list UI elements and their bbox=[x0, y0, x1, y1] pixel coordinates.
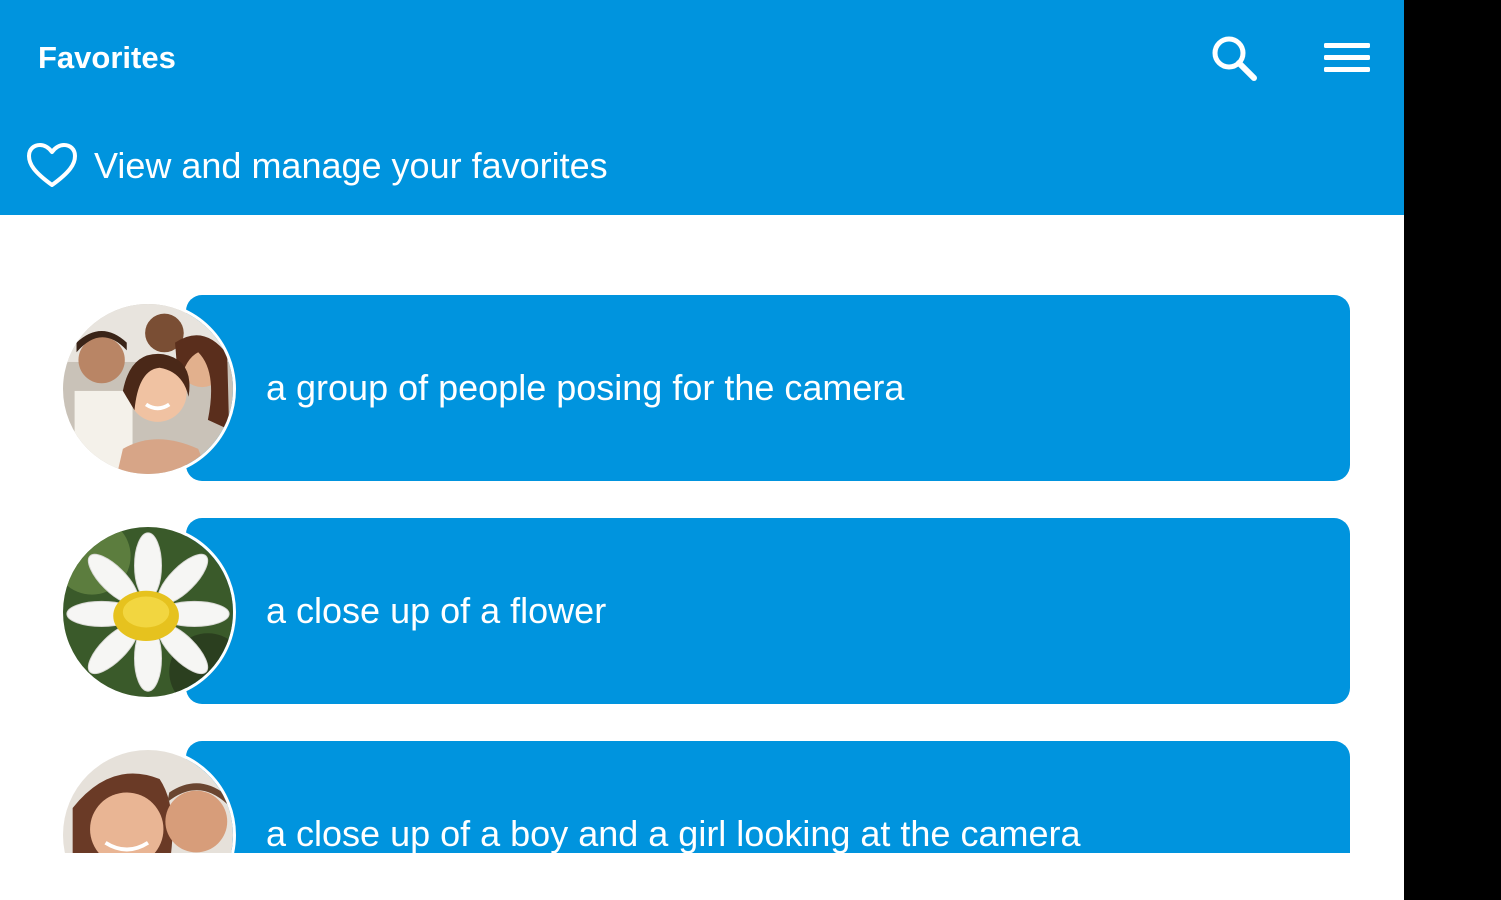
list-item[interactable]: a close up of a flower bbox=[60, 518, 1350, 704]
group-of-people-photo bbox=[63, 304, 233, 474]
app-header: Favorites View and manage your favorites bbox=[0, 0, 1404, 215]
screen-edge bbox=[1404, 0, 1501, 900]
app-screen: Favorites View and manage your favorites bbox=[0, 0, 1404, 900]
favorite-caption: a close up of a flower bbox=[266, 590, 607, 631]
favorites-list: a group of people posing for the camera bbox=[0, 215, 1404, 853]
favorite-caption: a group of people posing for the camera bbox=[266, 367, 905, 408]
search-button[interactable] bbox=[1206, 30, 1262, 86]
daisy-flower-photo bbox=[63, 527, 233, 697]
favorite-card[interactable]: a group of people posing for the camera bbox=[186, 295, 1350, 481]
group-photo-thumbnail[interactable] bbox=[60, 301, 236, 477]
page-title: Favorites bbox=[38, 40, 176, 75]
hamburger-menu-icon bbox=[1324, 43, 1370, 72]
favorite-caption: a close up of a boy and a girl looking a… bbox=[266, 813, 1081, 853]
list-item[interactable]: a group of people posing for the camera bbox=[60, 295, 1350, 481]
search-icon bbox=[1212, 36, 1257, 81]
subtitle-row: View and manage your favorites bbox=[26, 140, 608, 192]
favorite-card[interactable]: a close up of a boy and a girl looking a… bbox=[186, 741, 1350, 853]
menu-button[interactable] bbox=[1318, 30, 1376, 86]
page-subtitle: View and manage your favorites bbox=[94, 145, 608, 186]
heart-outline-icon bbox=[27, 143, 77, 187]
favorite-card[interactable]: a close up of a flower bbox=[186, 518, 1350, 704]
list-item[interactable]: a close up of a boy and a girl looking a… bbox=[60, 741, 1350, 853]
flower-photo-thumbnail[interactable] bbox=[60, 524, 236, 700]
